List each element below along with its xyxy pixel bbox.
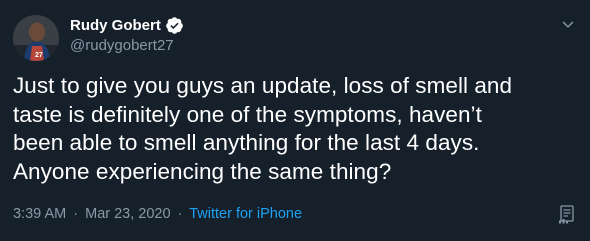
profile-photo-icon: 27 bbox=[13, 15, 59, 61]
meta-separator: · bbox=[177, 206, 183, 222]
tweet-card: 27 Rudy Gobert @rudygobert27 Just to giv… bbox=[0, 0, 590, 241]
avatar[interactable]: 27 bbox=[13, 15, 59, 61]
display-name-row: Rudy Gobert bbox=[70, 14, 184, 36]
tweet-text-line: been able to smell anything for the last… bbox=[13, 130, 480, 155]
user-handle[interactable]: @rudygobert27 bbox=[70, 37, 184, 54]
tweet-text: Just to give you guys an update, loss of… bbox=[13, 72, 573, 186]
more-options-chevron-down-icon[interactable] bbox=[559, 16, 577, 34]
display-name[interactable]: Rudy Gobert bbox=[70, 17, 161, 34]
analytics-icon[interactable] bbox=[558, 205, 576, 225]
tweet-text-line: Just to give you guys an update, loss of… bbox=[13, 73, 513, 98]
verified-badge-icon bbox=[165, 16, 184, 35]
tweet-text-line: Anyone experiencing the same thing? bbox=[13, 158, 392, 184]
tweet-time[interactable]: 3:39 AM bbox=[13, 206, 66, 222]
svg-text:27: 27 bbox=[35, 52, 43, 59]
tweet-meta: 3:39 AM · Mar 23, 2020 · Twitter for iPh… bbox=[13, 206, 302, 222]
author-block: Rudy Gobert @rudygobert27 bbox=[70, 14, 184, 54]
tweet-source-link[interactable]: Twitter for iPhone bbox=[189, 206, 302, 222]
meta-separator: · bbox=[73, 206, 79, 222]
tweet-text-line: taste is definitely one of the symptoms,… bbox=[13, 101, 482, 127]
tweet-date[interactable]: Mar 23, 2020 bbox=[85, 206, 170, 222]
